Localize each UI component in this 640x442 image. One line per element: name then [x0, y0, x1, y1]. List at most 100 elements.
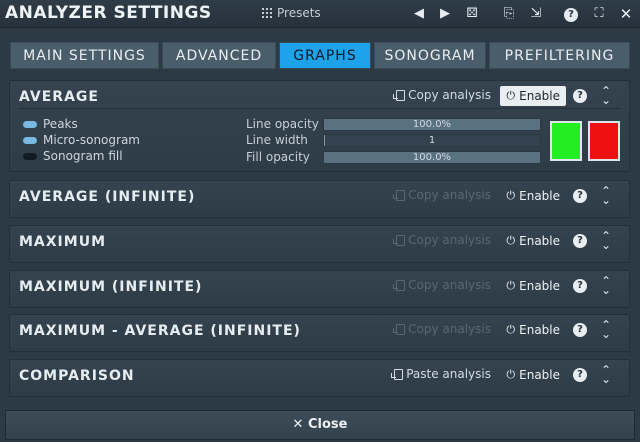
toggle-switch[interactable] — [23, 152, 37, 160]
slider-value: 1 — [428, 135, 436, 146]
enable-button[interactable]: ⏻ Enable — [500, 186, 566, 206]
average-infinite-panel: AVERAGE (INFINITE) Copy analysis ⏻ Enable… — [9, 180, 630, 218]
paste-icon[interactable]: ⇲ — [527, 5, 545, 23]
line-color-swatch[interactable] — [550, 121, 582, 161]
line-width-slider[interactable]: 1 — [323, 134, 541, 147]
copy-icon[interactable]: ⎘ — [500, 5, 518, 23]
enable-label: Enable — [519, 279, 560, 293]
power-icon: ⏻ — [506, 234, 516, 247]
line-width-label: Line width — [246, 133, 308, 147]
power-icon: ⏻ — [506, 89, 516, 102]
copy-analysis-button[interactable]: Copy analysis — [393, 188, 491, 202]
panel-title: AVERAGE (INFINITE) — [19, 189, 196, 205]
help-icon[interactable]: ? — [562, 5, 580, 23]
panel-title: MAXIMUM — [19, 234, 107, 250]
enable-label: Enable — [519, 89, 560, 103]
enable-label: Enable — [519, 323, 560, 337]
enable-button[interactable]: ⏻ Enable — [500, 86, 566, 106]
presets-label: Presets — [277, 6, 321, 20]
enable-label: Enable — [519, 189, 560, 203]
maximum-average-infinite-panel: MAXIMUM - AVERAGE (INFINITE) Copy analys… — [9, 314, 630, 352]
sonogram-fill-toggle[interactable]: Sonogram fill — [23, 149, 123, 163]
close-icon[interactable]: ✕ — [617, 5, 635, 23]
panel-title: MAXIMUM (INFINITE) — [19, 279, 203, 295]
paste-analysis-button[interactable]: Paste analysis — [391, 367, 491, 381]
copy-analysis-label: Copy analysis — [408, 233, 491, 247]
tab-sonogram[interactable]: SONOGRAM — [374, 42, 486, 69]
power-icon: ⏻ — [506, 368, 516, 381]
copy-analysis-label: Copy analysis — [408, 278, 491, 292]
toggle-label: Peaks — [43, 117, 78, 131]
line-opacity-slider[interactable]: 100.0% — [323, 118, 541, 131]
divider — [18, 108, 621, 109]
maximum-infinite-panel: MAXIMUM (INFINITE) Copy analysis ⏻ Enable… — [9, 270, 630, 308]
close-label: Close — [307, 417, 348, 432]
prev-arrow-icon[interactable]: ◀ — [410, 5, 428, 23]
paste-analysis-label: Paste analysis — [406, 367, 491, 381]
title-bar: ANALYZER SETTINGS Presets ◀ ▶ ⚄ ⎘ ⇲ ? ⛶ … — [0, 0, 640, 28]
copy-analysis-label: Copy analysis — [408, 88, 491, 102]
power-icon: ⏻ — [506, 189, 516, 202]
power-icon: ⏻ — [506, 323, 516, 336]
copy-analysis-button[interactable]: Copy analysis — [393, 322, 491, 336]
help-icon[interactable]: ? — [573, 234, 587, 248]
enable-button[interactable]: ⏻ Enable — [500, 231, 566, 251]
paste-doc-icon — [391, 368, 404, 380]
enable-button[interactable]: ⏻ Enable — [500, 365, 566, 385]
copy-analysis-button[interactable]: Copy analysis — [393, 233, 491, 247]
grid-icon — [262, 8, 272, 18]
help-icon[interactable]: ? — [573, 368, 587, 382]
line-opacity-label: Line opacity — [246, 117, 319, 131]
tab-bar: MAIN SETTINGS ADVANCED GRAPHS SONOGRAM P… — [10, 42, 630, 69]
tab-main-settings[interactable]: MAIN SETTINGS — [10, 42, 159, 69]
fill-color-swatch[interactable] — [588, 121, 620, 161]
copy-doc-icon — [393, 279, 406, 291]
panel-title: MAXIMUM - AVERAGE (INFINITE) — [19, 323, 301, 339]
help-icon[interactable]: ? — [573, 323, 587, 337]
panel-title: COMPARISON — [19, 368, 135, 384]
toggle-label: Micro-sonogram — [43, 133, 140, 147]
expand-icon[interactable]: ⌃ ⌄ — [601, 319, 611, 340]
collapse-icon[interactable]: ⌃ ⌄ — [601, 85, 611, 106]
help-icon[interactable]: ? — [573, 89, 587, 103]
enable-label: Enable — [519, 234, 560, 248]
maximum-panel: MAXIMUM Copy analysis ⏻ Enable ? ⌃ ⌄ — [9, 225, 630, 263]
copy-doc-icon — [393, 234, 406, 246]
tab-graphs[interactable]: GRAPHS — [279, 42, 371, 69]
tab-prefiltering[interactable]: PREFILTERING — [489, 42, 630, 69]
enable-button[interactable]: ⏻ Enable — [500, 320, 566, 340]
copy-analysis-button[interactable]: Copy analysis — [393, 278, 491, 292]
comparison-panel: COMPARISON Paste analysis ⏻ Enable ? ⌃ ⌄ — [9, 359, 630, 397]
copy-analysis-label: Copy analysis — [408, 322, 491, 336]
average-panel: AVERAGE Copy analysis ⏻ Enable ? ⌃ ⌄ Peak… — [9, 80, 630, 172]
next-arrow-icon[interactable]: ▶ — [436, 5, 454, 23]
micro-sonogram-toggle[interactable]: Micro-sonogram — [23, 133, 140, 147]
peaks-toggle[interactable]: Peaks — [23, 117, 78, 131]
copy-doc-icon — [393, 89, 406, 101]
randomize-icon[interactable]: ⚄ — [463, 5, 481, 23]
power-icon: ⏻ — [506, 279, 516, 292]
presets-button[interactable]: Presets — [262, 6, 321, 20]
copy-analysis-label: Copy analysis — [408, 188, 491, 202]
help-icon[interactable]: ? — [573, 279, 587, 293]
window-title: ANALYZER SETTINGS — [5, 3, 212, 23]
help-icon[interactable]: ? — [573, 189, 587, 203]
close-button[interactable]: ✕ Close — [5, 410, 635, 440]
tab-advanced[interactable]: ADVANCED — [162, 42, 276, 69]
copy-analysis-button[interactable]: Copy analysis — [393, 88, 491, 102]
toggle-label: Sonogram fill — [43, 149, 123, 163]
expand-icon[interactable]: ⌃ ⌄ — [601, 230, 611, 251]
toggle-switch[interactable] — [23, 136, 37, 144]
fullscreen-icon[interactable]: ⛶ — [590, 5, 608, 23]
expand-icon[interactable]: ⌃ ⌄ — [601, 185, 611, 206]
fill-opacity-slider[interactable]: 100.0% — [323, 151, 541, 164]
toggle-switch[interactable] — [23, 120, 37, 128]
slider-value: 100.0% — [412, 119, 452, 130]
enable-label: Enable — [519, 368, 560, 382]
help-glyph: ? — [564, 8, 578, 22]
expand-icon[interactable]: ⌃ ⌄ — [601, 275, 611, 296]
close-x-icon: ✕ — [292, 417, 304, 432]
expand-icon[interactable]: ⌃ ⌄ — [601, 364, 611, 385]
panel-title: AVERAGE — [19, 89, 99, 105]
enable-button[interactable]: ⏻ Enable — [500, 276, 566, 296]
